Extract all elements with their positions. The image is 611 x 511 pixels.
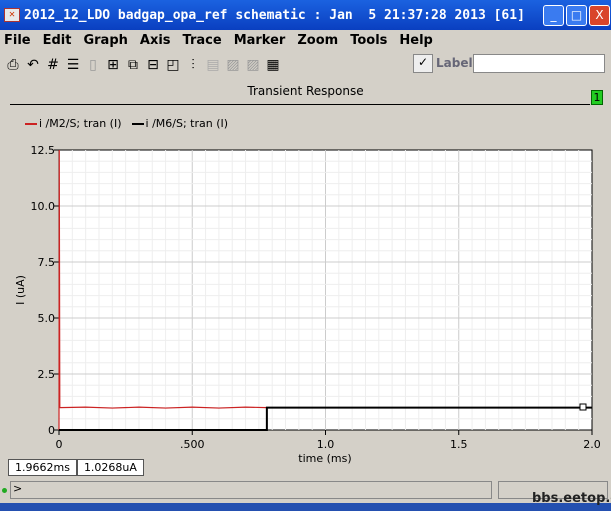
y-tick-label: 0 (48, 424, 55, 437)
x-tick-label: .500 (180, 438, 205, 451)
x-tick-label: 2.0 (583, 438, 601, 451)
y-axis-label: I (uA) (14, 275, 27, 305)
y-tick-label: 10.0 (31, 200, 56, 213)
x-axis-label: time (ms) (298, 452, 351, 465)
readout-y: 1.0268uA (76, 459, 144, 476)
status-dot-icon (2, 488, 7, 493)
marker-readout: 1.9662ms 1.0268uA (8, 459, 144, 476)
y-tick-label: 12.5 (31, 144, 56, 157)
taskbar-strip (0, 503, 611, 511)
marker-point (579, 403, 587, 411)
y-tick-label: 5.0 (38, 312, 56, 325)
x-tick-label: 0 (56, 438, 63, 451)
plot-area[interactable]: 0 .500 1.0 1.5 2.0 0 2.5 5.0 7.5 10.0 12.5 time (m… (0, 0, 611, 480)
y-tick-label: 2.5 (38, 368, 56, 381)
readout-x: 1.9662ms (8, 459, 77, 476)
x-tick-label: 1.0 (317, 438, 335, 451)
watermark: bbs.eetop.cn (532, 491, 611, 506)
x-tick-label: 1.5 (450, 438, 468, 451)
y-tick-label: 7.5 (38, 256, 56, 269)
command-input[interactable]: > (10, 481, 492, 499)
